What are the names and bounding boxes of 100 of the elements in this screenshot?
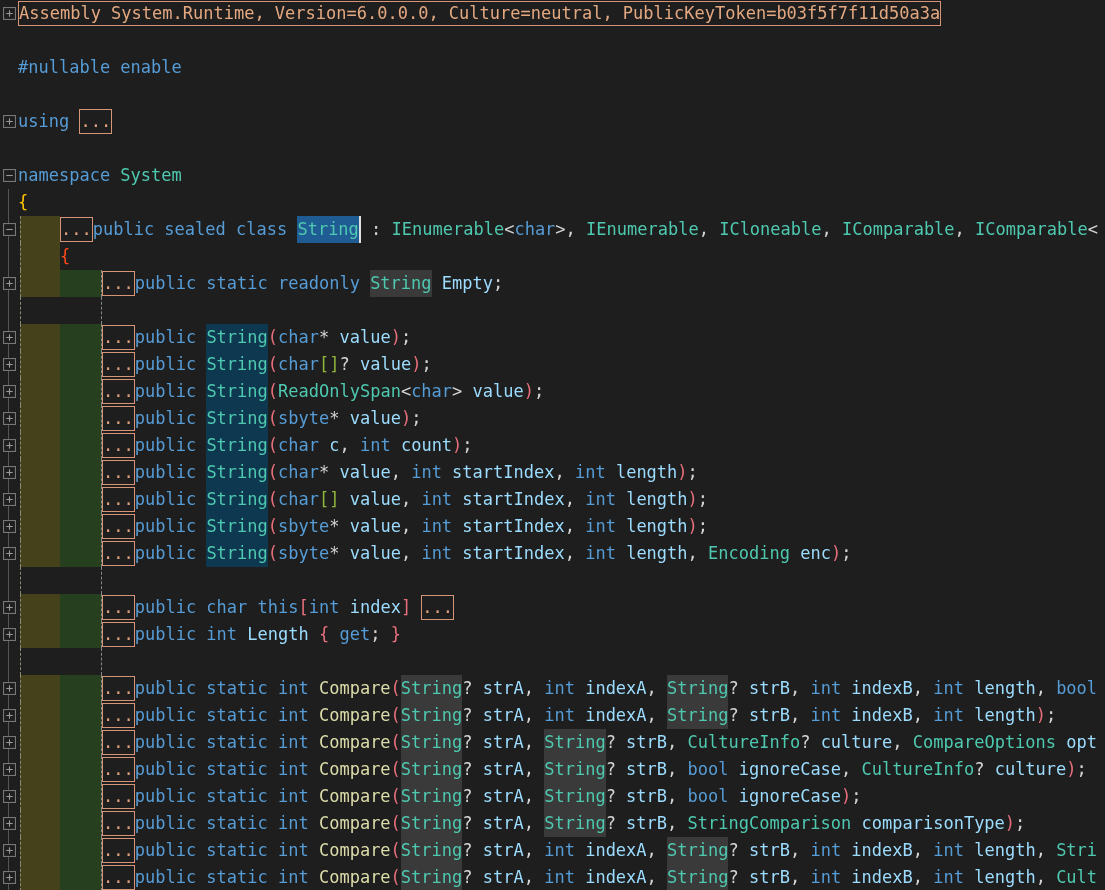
identifier: strA	[482, 731, 524, 754]
bracket: (	[267, 488, 279, 511]
collapsed-block[interactable]: ...	[102, 379, 135, 404]
collapsed-block[interactable]: ...	[102, 757, 135, 782]
collapsed-block[interactable]: ...	[102, 703, 135, 728]
identifier: strA	[482, 704, 524, 727]
keyword: int	[574, 461, 607, 484]
keyword: public	[134, 542, 198, 565]
punctuation: ?	[605, 731, 617, 754]
identifier: strB	[626, 785, 668, 808]
bracket: ]	[400, 596, 413, 619]
keyword: public static readonly	[134, 272, 361, 295]
collapsed-block[interactable]: ...	[102, 811, 135, 836]
identifier: length	[626, 542, 688, 565]
expand-icon[interactable]	[2, 520, 16, 533]
collapsed-block[interactable]: ...	[102, 460, 135, 485]
expand-icon[interactable]	[2, 628, 16, 641]
expand-icon[interactable]	[2, 844, 16, 857]
collapsed-block[interactable]: ...	[102, 595, 135, 620]
collapse-icon[interactable]	[2, 223, 16, 236]
keyword: int	[544, 677, 576, 700]
collapsed-block[interactable]: ...	[102, 784, 135, 809]
collapsed-block[interactable]: ...	[102, 271, 135, 296]
bracket: {	[318, 623, 330, 646]
type-name: String	[206, 378, 268, 405]
collapse-icon[interactable]	[2, 169, 16, 182]
identifier: indexA	[585, 866, 647, 889]
identifier: strB	[748, 839, 790, 862]
bracket: (	[390, 704, 401, 727]
identifier: strA	[482, 866, 524, 889]
collapsed-block[interactable]: ...	[102, 514, 135, 539]
punctuation: *	[329, 542, 341, 565]
bracket: )	[1004, 812, 1016, 835]
expand-icon[interactable]	[2, 385, 16, 398]
identifier: culture	[820, 731, 893, 754]
collapsed-block[interactable]: ...	[102, 352, 135, 377]
collapsed-block[interactable]: ...	[102, 487, 135, 512]
punctuation: ,	[667, 731, 679, 754]
collapsed-block[interactable]: ...	[102, 325, 135, 350]
identifier: ignoreCase	[738, 785, 842, 808]
expand-icon[interactable]	[2, 763, 16, 776]
punctuation: ;	[421, 353, 432, 376]
expand-icon[interactable]	[2, 115, 16, 128]
indent-band	[20, 216, 60, 243]
expand-icon[interactable]	[2, 790, 16, 803]
expand-icon[interactable]	[2, 493, 16, 506]
method-name: Compare	[318, 731, 391, 754]
punctuation: ?	[605, 758, 617, 781]
assembly-header[interactable]: Assembly System.Runtime, Version=6.0.0.0, Culture=neutral, PublicKeyToken=b03f5f7f11d50a3a	[18, 1, 942, 26]
keyword: public static int	[134, 812, 310, 835]
type-name: String	[544, 783, 606, 810]
collapsed-block[interactable]: ...	[102, 730, 135, 755]
punctuation: ,	[698, 218, 710, 241]
expand-icon[interactable]	[2, 547, 16, 560]
collapsed-block[interactable]: ...	[60, 217, 93, 242]
collapsed-block[interactable]: ...	[79, 109, 113, 134]
type-name: String	[400, 864, 463, 890]
type-name: Encoding	[708, 542, 790, 565]
bracket: (	[267, 353, 279, 376]
expand-icon[interactable]	[2, 412, 16, 425]
type-name: CultureInfo	[687, 731, 801, 754]
punctuation: ,	[841, 758, 853, 781]
collapsed-block[interactable]: ...	[102, 541, 135, 566]
bracket: (	[267, 515, 279, 538]
expand-icon[interactable]	[2, 817, 16, 830]
collapsed-block[interactable]: ...	[102, 676, 135, 701]
collapsed-block[interactable]: ...	[102, 865, 135, 890]
expand-icon[interactable]	[2, 682, 16, 695]
expand-icon[interactable]	[2, 736, 16, 749]
identifier: strA	[482, 839, 524, 862]
collapsed-block[interactable]: ...	[102, 433, 135, 458]
expand-icon[interactable]	[2, 466, 16, 479]
punctuation: ,	[1035, 866, 1047, 889]
collapsed-block[interactable]: ...	[421, 595, 455, 620]
collapsed-block[interactable]: ...	[102, 622, 135, 647]
identifier: Length	[247, 623, 310, 646]
identifier: Empty	[440, 272, 493, 295]
bracket: (	[267, 407, 279, 430]
expand-icon[interactable]	[2, 7, 16, 20]
expand-icon[interactable]	[2, 331, 16, 344]
expand-icon[interactable]	[2, 871, 16, 884]
keyword: bool	[1056, 677, 1098, 700]
expand-icon[interactable]	[2, 439, 16, 452]
punctuation: ;	[492, 272, 504, 295]
keyword: int	[544, 866, 576, 889]
punctuation: ,	[339, 434, 351, 457]
collapsed-block[interactable]: ...	[102, 406, 135, 431]
identifier: strB	[748, 704, 790, 727]
keyword: int	[544, 839, 576, 862]
punctuation: ,	[789, 704, 802, 727]
collapsed-block[interactable]: ...	[102, 838, 135, 863]
keyword: int	[933, 677, 965, 700]
expand-icon[interactable]	[2, 601, 16, 614]
keyword: get	[338, 623, 371, 646]
expand-icon[interactable]	[2, 277, 16, 290]
keyword: public static int	[134, 839, 310, 862]
punctuation: ?	[462, 704, 474, 727]
expand-icon[interactable]	[2, 709, 16, 722]
punctuation: ?	[462, 866, 474, 889]
expand-icon[interactable]	[2, 358, 16, 371]
